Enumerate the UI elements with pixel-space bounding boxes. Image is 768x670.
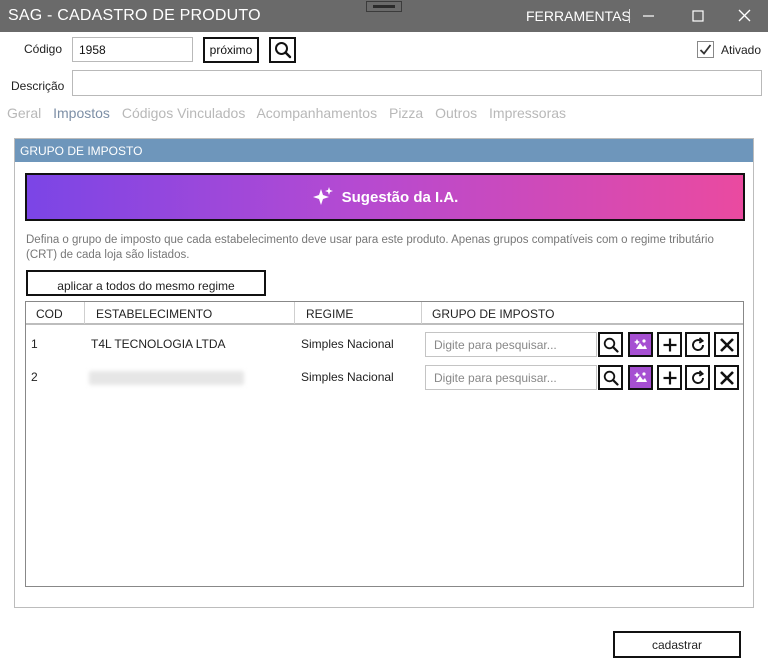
refresh-button[interactable] [685,332,710,357]
ia-sparkle-icon [633,371,647,382]
tab-codigos-vinculados[interactable]: Códigos Vinculados [122,105,246,121]
tools-menu[interactable]: FERRAMENTAS [526,8,631,24]
add-button[interactable] [657,332,682,357]
column-header-cod: COD [36,307,63,321]
ativado-label: Ativado [721,43,762,57]
ia-suggest-row-button[interactable] [628,332,653,357]
ia-sparkle-icon [633,338,647,349]
column-divider [84,302,85,324]
grupo-imposto-panel: GRUPO DE IMPOSTO Sugestão da I.A. Defina… [14,138,754,608]
table-row: 2 Simples Nacional Digite para pesquisar… [26,361,743,393]
tab-strip: Geral Impostos Códigos Vinculados Acompa… [7,105,574,121]
close-icon [719,370,734,385]
refresh-icon [691,369,704,384]
search-codigo-button[interactable] [269,37,296,63]
ia-suggest-row-button[interactable] [628,365,653,390]
tab-geral[interactable]: Geral [7,105,41,121]
column-header-grupo-imposto: GRUPO DE IMPOSTO [432,307,555,321]
close-icon [719,337,734,352]
window-title: SAG - CADASTRO DE PRODUTO [8,7,261,24]
close-button[interactable] [731,4,757,28]
cell-estabelecimento: T4L TECNOLOGIA LTDA [91,337,226,351]
ia-suggestion-button[interactable]: Sugestão da I.A. [25,173,745,221]
grupo-search-input[interactable]: Digite para pesquisar... [425,365,597,390]
plus-icon [663,371,676,384]
descricao-label: Descrição [11,79,65,93]
table-row: 1 T4L TECNOLOGIA LTDA Simples Nacional D… [26,328,743,360]
codigo-label: Código [24,42,63,56]
search-button[interactable] [598,332,623,357]
minimize-button[interactable] [635,4,661,28]
minimize-icon [643,15,654,17]
column-header-estabelecimento: ESTABELECIMENTO [96,307,213,321]
add-button[interactable] [657,365,682,390]
table-header: COD ESTABELECIMENTO REGIME GRUPO DE IMPO… [26,302,743,325]
grupo-search-input[interactable]: Digite para pesquisar... [425,332,597,357]
proximo-button[interactable]: próximo [203,37,259,63]
tab-impostos[interactable]: Impostos [53,105,110,121]
ativado-checkbox[interactable] [697,41,714,58]
checkmark-icon [699,44,712,55]
refresh-icon [691,336,704,351]
search-button[interactable] [598,365,623,390]
column-divider [421,302,422,324]
sparkle-icon [312,187,333,205]
drag-handle[interactable] [366,1,402,12]
column-header-regime: REGIME [306,307,354,321]
apply-same-regime-button[interactable]: aplicar a todos do mesmo regime [26,270,266,296]
search-icon [603,370,619,386]
tab-pizza[interactable]: Pizza [389,105,423,121]
refresh-button[interactable] [685,365,710,390]
cell-estabelecimento-redacted [89,371,244,385]
cell-regime: Simples Nacional [301,337,394,351]
remove-button[interactable] [714,332,739,357]
codigo-input[interactable]: 1958 [72,37,193,62]
close-icon [738,9,751,22]
codigo-value: 1958 [79,42,106,57]
plus-icon [663,338,676,351]
descricao-input[interactable] [72,70,762,96]
titlebar-separator [629,9,630,23]
estabelecimento-table: COD ESTABELECIMENTO REGIME GRUPO DE IMPO… [25,301,744,587]
cadastrar-button[interactable]: cadastrar [613,631,741,658]
maximize-icon [692,10,704,22]
search-icon [603,337,619,353]
cell-cod: 2 [31,370,38,384]
panel-header: GRUPO DE IMPOSTO [15,139,753,162]
tab-outros[interactable]: Outros [435,105,477,121]
ia-suggestion-label: Sugestão da I.A. [341,188,459,206]
remove-button[interactable] [714,365,739,390]
column-divider [294,302,295,324]
title-bar: SAG - CADASTRO DE PRODUTO FERRAMENTAS [0,0,768,32]
search-icon [274,42,291,59]
cell-regime: Simples Nacional [301,370,394,384]
cell-cod: 1 [31,337,38,351]
tab-acompanhamentos[interactable]: Acompanhamentos [256,105,377,121]
tab-impressoras[interactable]: Impressoras [489,105,566,121]
panel-description: Defina o grupo de imposto que cada estab… [26,234,714,261]
maximize-button[interactable] [684,4,710,28]
